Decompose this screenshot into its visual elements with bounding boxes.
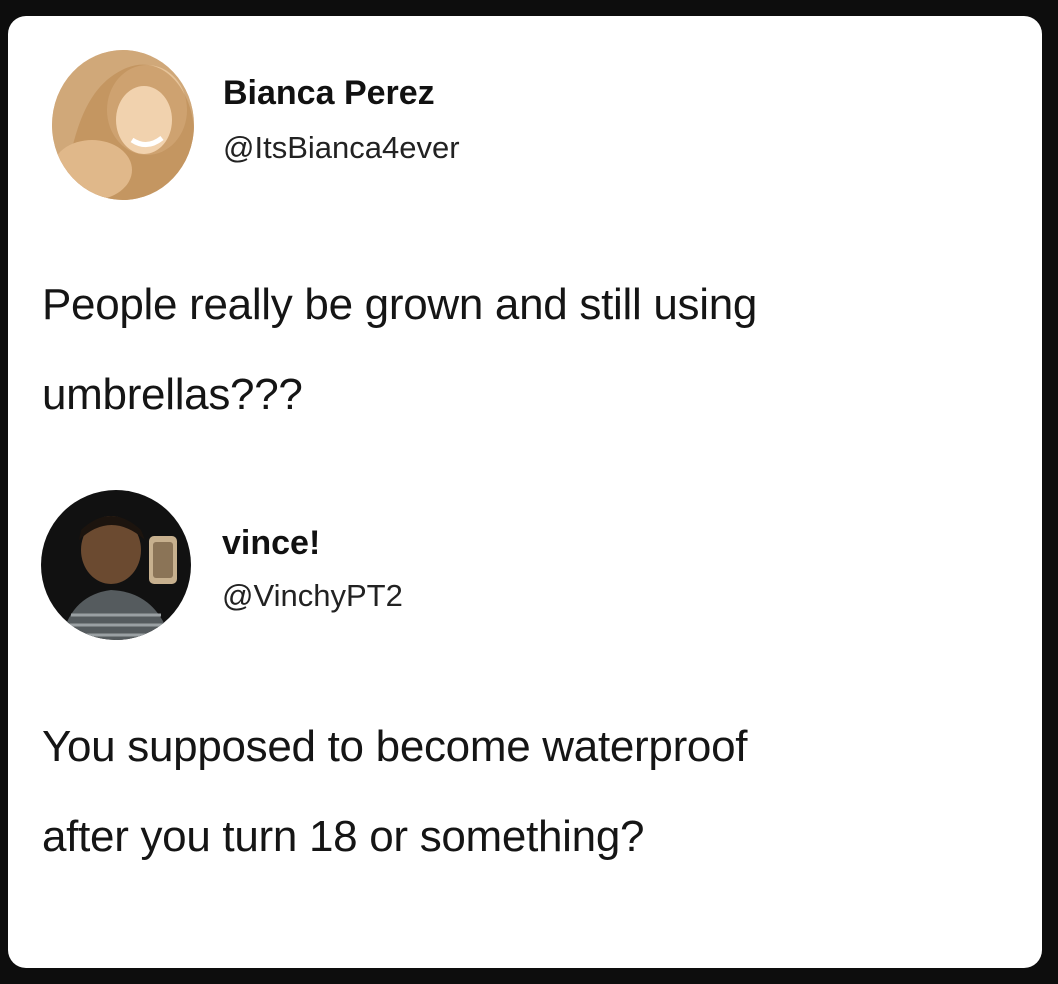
avatar[interactable]	[41, 490, 191, 640]
author-handle[interactable]: @ItsBianca4ever	[223, 130, 460, 166]
tweet-text-line: umbrellas???	[42, 370, 303, 419]
author-name[interactable]: Bianca Perez	[223, 74, 435, 113]
tweet-text: People really be grown and still using u…	[42, 260, 1032, 440]
tweet-text-line: after you turn 18 or something?	[42, 812, 645, 861]
author-name[interactable]: vince!	[222, 524, 320, 563]
tweet-text-line: People really be grown and still using	[42, 280, 758, 329]
author-handle[interactable]: @VinchyPT2	[222, 578, 403, 614]
avatar[interactable]	[52, 50, 194, 200]
tweet-text: You supposed to become waterproof after …	[42, 702, 1032, 882]
tweet-text-line: You supposed to become waterproof	[42, 722, 748, 771]
screenshot-card: Bianca Perez @ItsBianca4ever People real…	[8, 16, 1042, 968]
user-avatar-photo-icon	[41, 490, 191, 640]
user-avatar-photo-icon	[52, 50, 194, 200]
